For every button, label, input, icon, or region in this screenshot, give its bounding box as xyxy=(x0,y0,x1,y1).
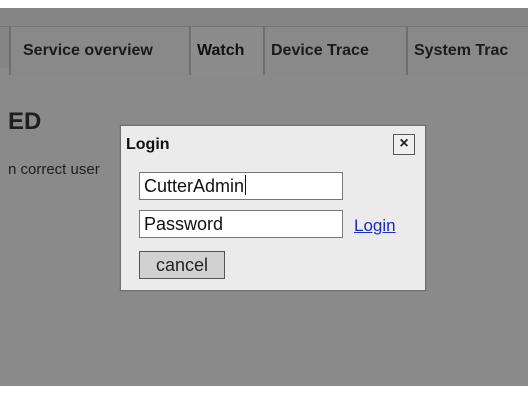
username-value: CutterAdmin xyxy=(144,176,245,196)
page-message: n correct user xyxy=(8,161,100,178)
tab-service-overview[interactable]: Service overview xyxy=(9,27,189,75)
password-value: Password xyxy=(144,214,224,234)
username-field[interactable]: CutterAdmin xyxy=(139,172,343,200)
tab-bar: Service overview Watch Device Trace Syst… xyxy=(0,8,528,75)
close-icon[interactable]: × xyxy=(393,134,415,155)
tab-system-trace[interactable]: System Trac xyxy=(406,27,528,75)
dialog-title: Login xyxy=(126,136,170,153)
login-dialog: Login × CutterAdmin Password Login cance… xyxy=(120,125,426,291)
login-link[interactable]: Login xyxy=(354,216,396,236)
screen: Service overview Watch Device Trace Syst… xyxy=(0,0,528,393)
cancel-button[interactable]: cancel xyxy=(139,251,225,279)
page-heading: ED xyxy=(8,108,42,135)
tab-watch[interactable]: Watch xyxy=(189,27,263,75)
password-field[interactable]: Password xyxy=(139,210,343,238)
text-caret xyxy=(245,175,247,195)
tab-device-trace[interactable]: Device Trace xyxy=(263,27,406,75)
